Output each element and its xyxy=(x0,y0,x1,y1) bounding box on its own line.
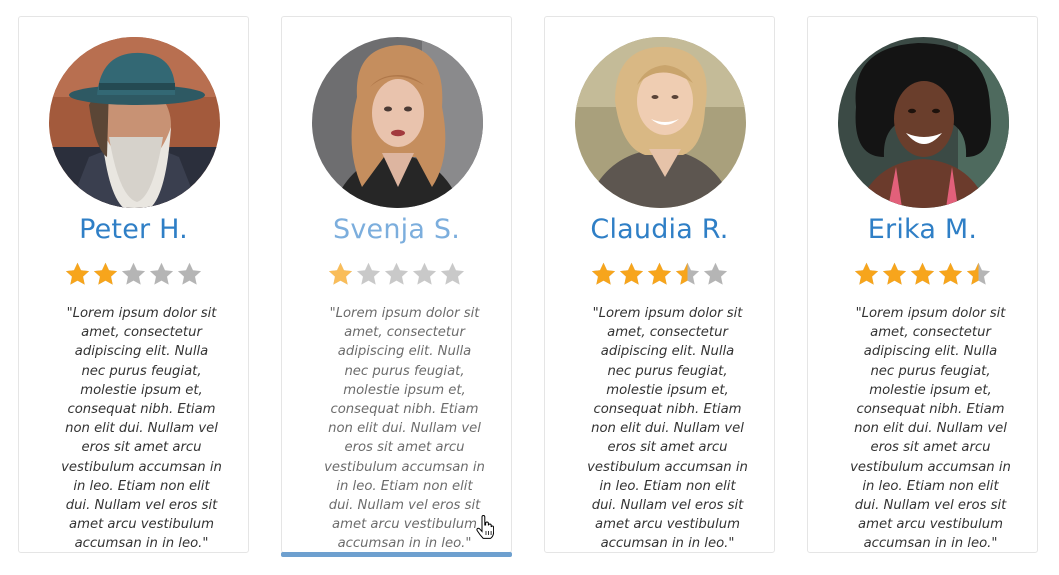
avatar xyxy=(49,37,220,208)
star-filled-icon xyxy=(65,262,90,285)
star-empty-icon xyxy=(177,262,202,285)
reviewer-name: Svenja S. xyxy=(333,214,460,245)
star-filled-icon xyxy=(882,262,907,285)
star-rating xyxy=(282,261,511,291)
star-empty-icon xyxy=(356,262,381,285)
testimonial-card-peter[interactable]: Peter H. "Lorem ipsum dolor sit amet, co… xyxy=(18,16,249,553)
star-empty-icon xyxy=(121,262,146,285)
testimonial-card-claudia[interactable]: Claudia R. "Lorem ipsum dolor sit amet, … xyxy=(544,16,775,553)
star-rating xyxy=(808,261,1037,291)
old-man-with-hat-photo xyxy=(49,37,220,208)
star-filled-icon xyxy=(93,262,118,285)
curly-haired-woman-photo xyxy=(838,37,1009,208)
reviewer-name: Peter H. xyxy=(79,214,188,245)
hand-pointer-icon xyxy=(476,515,494,539)
star-empty-icon xyxy=(440,262,465,285)
star-rating xyxy=(19,261,248,291)
blonde-woman-photo xyxy=(575,37,746,208)
red-haired-woman-photo xyxy=(312,37,483,208)
star-filled-icon xyxy=(910,262,935,285)
star-empty-icon xyxy=(149,262,174,285)
testimonial-card-erika[interactable]: Erika M. "Lorem ipsum dolor sit amet, co… xyxy=(807,16,1038,553)
star-filled-icon xyxy=(938,262,963,285)
star-filled-icon xyxy=(854,262,879,285)
star-half-icon xyxy=(675,262,700,285)
star-empty-icon xyxy=(703,262,728,285)
testimonial-quote: "Lorem ipsum dolor sit amet, consectetur… xyxy=(587,306,748,552)
reviewer-name: Claudia R. xyxy=(590,214,729,245)
active-indicator-bar xyxy=(281,552,512,557)
star-empty-icon xyxy=(384,262,409,285)
avatar xyxy=(838,37,1009,208)
avatar xyxy=(312,37,483,208)
star-empty-icon xyxy=(412,262,437,285)
testimonial-cards: Peter H. "Lorem ipsum dolor sit amet, co… xyxy=(0,0,1059,575)
testimonial-quote: "Lorem ipsum dolor sit amet, consectetur… xyxy=(61,306,222,552)
testimonial-card-svenja[interactable]: Svenja S. "Lorem ipsum dolor sit amet, c… xyxy=(281,16,512,557)
star-filled-icon xyxy=(647,262,672,285)
testimonial-quote: "Lorem ipsum dolor sit amet, consectetur… xyxy=(324,306,485,552)
avatar xyxy=(575,37,746,208)
star-filled-icon xyxy=(619,262,644,285)
testimonial-quote: "Lorem ipsum dolor sit amet, consectetur… xyxy=(850,306,1011,552)
star-filled-icon xyxy=(591,262,616,285)
reviewer-name: Erika M. xyxy=(867,214,978,245)
star-filled-icon xyxy=(328,262,353,285)
star-rating xyxy=(545,261,774,291)
star-half-icon xyxy=(966,262,991,285)
